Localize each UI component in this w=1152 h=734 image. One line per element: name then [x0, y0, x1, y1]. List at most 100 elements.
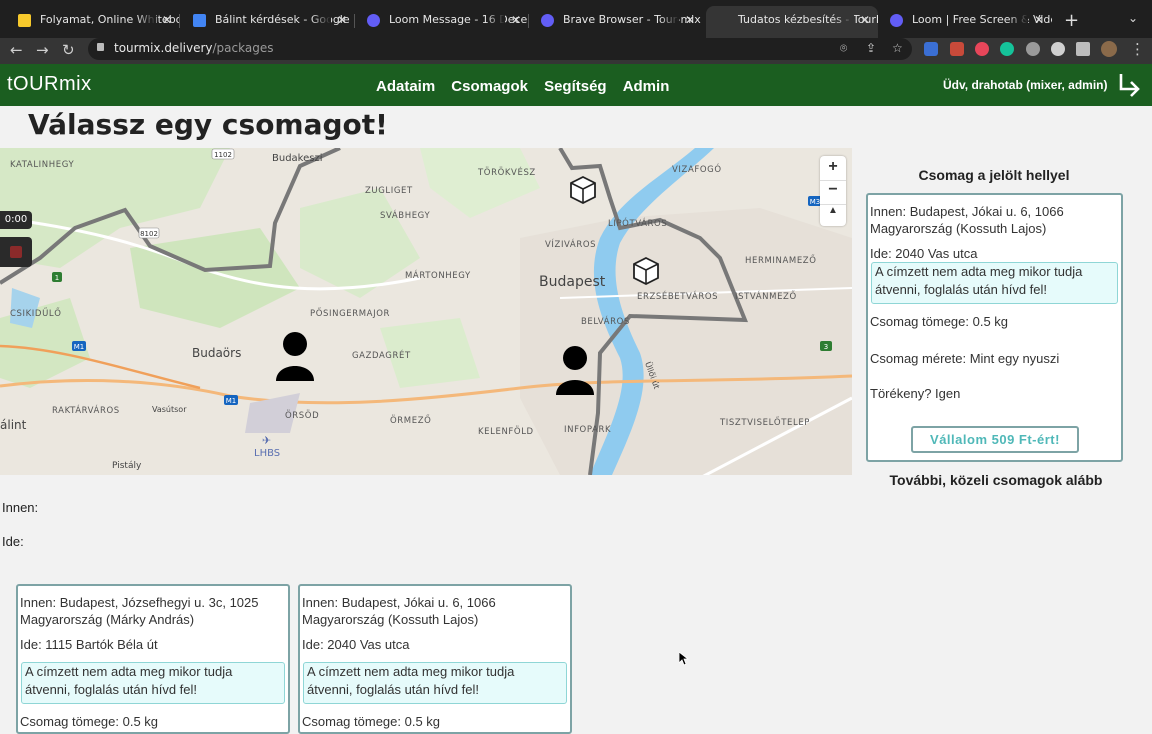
grammarly-extension-icon[interactable] — [1000, 42, 1014, 56]
package-map[interactable]: 1102 8102 M1 M1 M3 3 1 KATALINHEGY CSIKI… — [0, 148, 852, 475]
map-zoom-controls: + − ▲ — [820, 156, 846, 226]
nav-segitseg[interactable]: Segítség — [544, 78, 607, 95]
map-label: ÖRMEZŐ — [390, 415, 431, 426]
translate-extension-icon[interactable] — [924, 42, 938, 56]
browser-tab-loom-message[interactable]: Loom Message - 16 Decem ✕ — [357, 6, 529, 38]
airport-label: LHBS — [254, 448, 280, 459]
map-label: ISTVÁNMEZŐ — [735, 290, 797, 302]
package-size: Csomag mérete: Mint egy nyuszi — [870, 351, 1060, 366]
package-fragile: Törékeny? Igen — [870, 386, 961, 401]
map-label: PŐSINGERMAJOR — [310, 308, 390, 319]
google-docs-icon — [193, 14, 206, 27]
nav-admin[interactable]: Admin — [623, 78, 670, 95]
compass-icon[interactable]: ▲ — [820, 204, 846, 216]
user-greeting: Üdv, drahotab (mixer, admin) — [943, 78, 1108, 92]
map-label: Vasútsor — [152, 405, 187, 414]
map-label: INFOPARK — [564, 425, 611, 435]
app-logo[interactable]: tOURmix — [7, 73, 92, 96]
browser-tab-miro[interactable]: Folyamat, Online Whiteboa ✕ — [8, 6, 180, 38]
stop-recording-button[interactable] — [0, 237, 32, 267]
nav-csomagok[interactable]: Csomagok — [451, 78, 528, 95]
reload-icon[interactable]: ↻ — [62, 41, 75, 59]
more-menu-icon[interactable]: ⋮ — [1130, 40, 1145, 58]
package-card[interactable]: Innen: Budapest, Józsefhegyi u. 3c, 1025… — [16, 584, 290, 734]
miro-icon — [18, 14, 31, 27]
package-box-icon[interactable] — [570, 175, 596, 205]
zoom-out-button[interactable]: − — [820, 180, 846, 199]
forward-icon[interactable]: → — [36, 41, 49, 59]
chat-extension-icon[interactable] — [1026, 42, 1040, 56]
main-nav: Adataim Csomagok Segítség Admin — [376, 76, 680, 95]
close-icon[interactable]: ✕ — [685, 6, 695, 34]
map-label: HERMINAMEZŐ — [745, 255, 817, 266]
browser-toolbar: ← → ↻ tourmix.delivery/packages ⌾ ⇪ ☆ ⋮ — [0, 38, 1152, 64]
svg-text:3: 3 — [824, 343, 828, 351]
browser-tab-tourmix[interactable]: Tudatos kézbesítés - TourM ✕ — [706, 6, 878, 38]
package-note: A címzett nem adta meg mikor tudja átven… — [303, 662, 567, 704]
map-label: Budakeszi — [272, 153, 323, 164]
map-label: Pistály — [112, 461, 142, 471]
todoist-extension-icon[interactable] — [975, 42, 989, 56]
map-label: Budapest — [539, 274, 606, 290]
loom-icon — [890, 14, 903, 27]
selected-package-heading: Csomag a jelölt hellyel — [918, 167, 1070, 183]
tab-label: Tudatos kézbesítés - TourM — [738, 13, 878, 26]
close-icon[interactable]: ✕ — [1034, 6, 1044, 34]
loom-icon — [367, 14, 380, 27]
svg-text:1102: 1102 — [214, 151, 232, 159]
address-bar[interactable]: tourmix.delivery/packages ⌾ ⇪ ☆ — [88, 38, 912, 60]
svg-text:1: 1 — [55, 274, 59, 282]
map-label: TISZTVISELŐTELEP — [719, 417, 810, 428]
profile-avatar[interactable] — [1101, 41, 1117, 57]
map-label: CSIKIDŰLŐ — [10, 308, 62, 319]
map-canvas[interactable]: 1102 8102 M1 M1 M3 3 1 KATALINHEGY CSIKI… — [0, 148, 852, 475]
accept-package-button[interactable]: Vállalom 509 Ft-ért! — [911, 426, 1079, 453]
close-icon[interactable]: ✕ — [162, 6, 172, 34]
url-text: tourmix.delivery/packages — [114, 41, 274, 55]
tab-label: Loom | Free Screen & Video — [912, 13, 1052, 26]
chevron-down-icon[interactable]: ⌄ — [1128, 11, 1138, 25]
person-marker-icon[interactable] — [276, 332, 314, 381]
package-weight: Csomag tömege: 0.5 kg — [870, 314, 1009, 329]
map-label: LIPÓTVÁROS — [608, 217, 667, 229]
package-to: Ide: 2040 Vas utca — [870, 246, 978, 261]
nav-adataim[interactable]: Adataim — [376, 78, 435, 95]
browser-tab-brave[interactable]: Brave Browser - Tour-mix | ✕ — [531, 6, 703, 38]
svg-text:M3: M3 — [810, 198, 821, 206]
package-from: Innen: Budapest, Jókai u. 6, 1066 Magyar… — [302, 595, 496, 627]
map-label: KELENFÖLD — [478, 426, 534, 437]
map-label: KATALINHEGY — [10, 160, 74, 170]
close-icon[interactable]: ✕ — [511, 6, 521, 34]
road-shield: M1 — [72, 341, 86, 351]
browser-tab-loom[interactable]: Loom | Free Screen & Video ✕ — [880, 6, 1052, 38]
close-icon[interactable]: ✕ — [337, 6, 347, 34]
zoom-in-button[interactable]: + — [820, 158, 846, 176]
close-icon[interactable]: ✕ — [860, 6, 870, 34]
puzzle-extensions-icon[interactable] — [1076, 42, 1090, 56]
share-icon[interactable]: ⇪ — [866, 41, 876, 55]
mouse-cursor-icon — [679, 652, 689, 666]
map-label: Budaörs — [192, 346, 241, 360]
location-icon[interactable]: ⌾ — [840, 41, 847, 56]
new-tab-icon[interactable]: + — [1064, 10, 1079, 31]
map-label: SVÁBHEGY — [380, 209, 430, 221]
logout-icon[interactable] — [1117, 72, 1141, 98]
map-label: ERZSÉBETVÁROS — [637, 290, 718, 302]
package-weight: Csomag tömege: 0.5 kg — [20, 714, 159, 729]
extension-icon[interactable] — [1051, 42, 1065, 56]
to-filter-label: Ide: — [2, 534, 24, 549]
package-to: Ide: 1115 Bartók Béla út — [20, 637, 158, 652]
svg-text:M1: M1 — [74, 343, 85, 351]
package-note: A címzett nem adta meg mikor tudja átven… — [21, 662, 285, 704]
tab-label: Loom Message - 16 Decem — [389, 13, 529, 26]
package-to: Ide: 2040 Vas utca — [302, 637, 410, 652]
package-box-icon[interactable] — [633, 256, 659, 286]
map-label: álint — [0, 418, 27, 432]
bookmark-star-icon[interactable]: ☆ — [892, 41, 903, 55]
package-card[interactable]: Innen: Budapest, Jókai u. 6, 1066 Magyar… — [298, 584, 572, 734]
browser-tab-docs[interactable]: Bálint kérdések - Google Do ✕ — [183, 6, 355, 38]
back-icon[interactable]: ← — [10, 41, 23, 59]
package-from: Innen: Budapest, Józsefhegyi u. 3c, 1025… — [20, 595, 259, 627]
recording-timer: 0:00 — [0, 211, 32, 229]
extension-icon[interactable] — [950, 42, 964, 56]
